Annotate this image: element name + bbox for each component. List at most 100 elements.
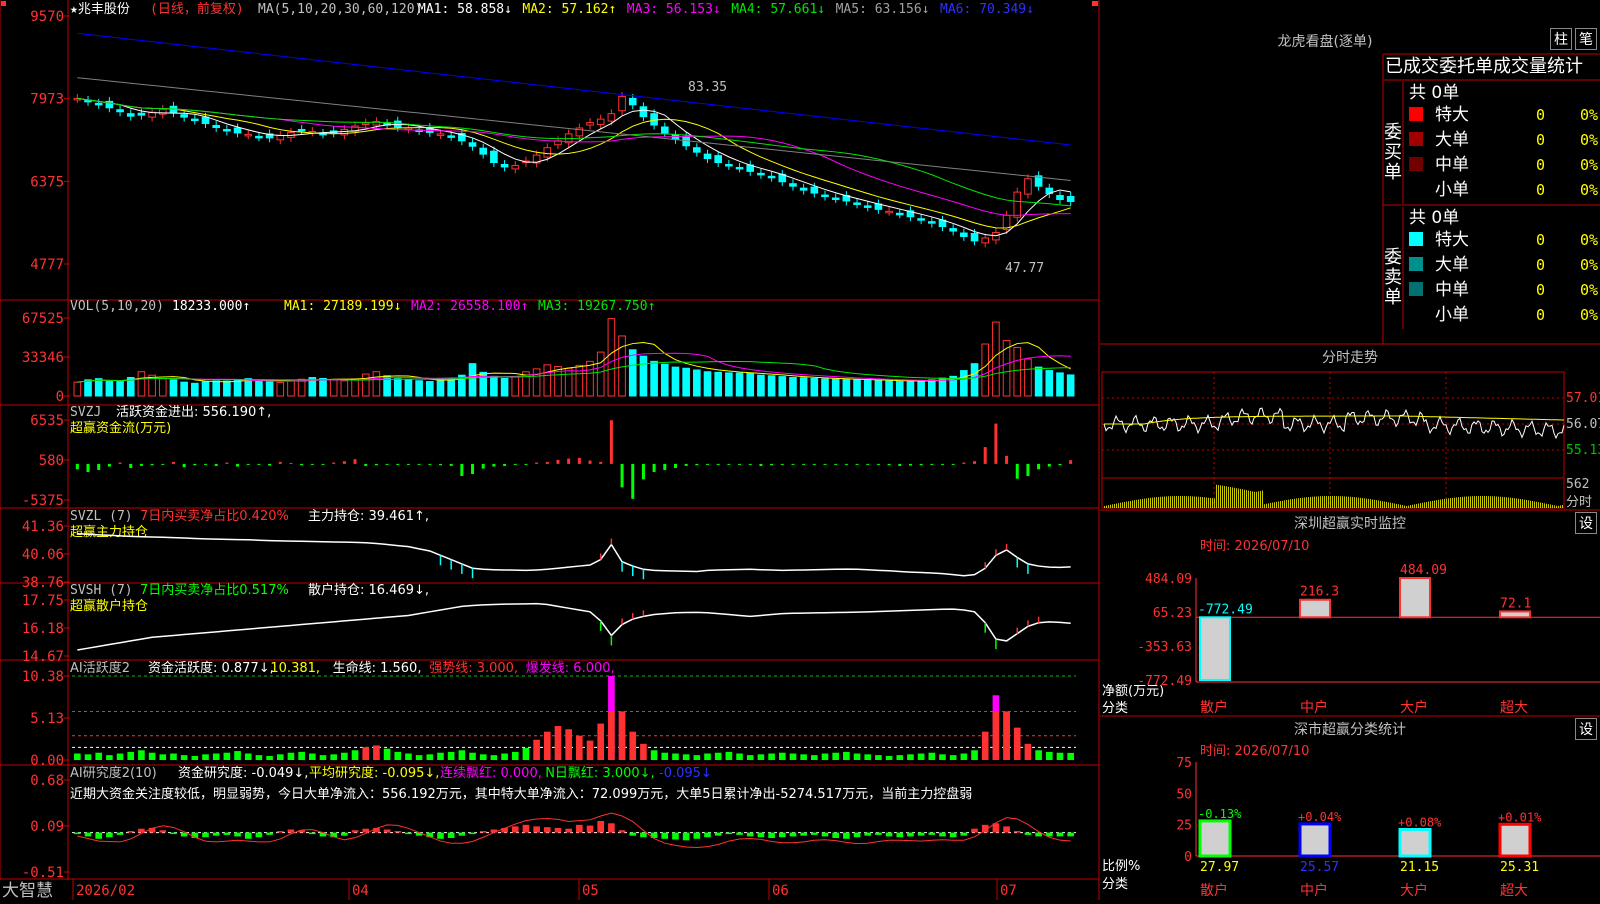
candle [650,113,658,126]
fund-flow-bar [257,463,261,465]
classify-change-label: -0.13% [1198,807,1242,821]
fund-flow-bar [983,447,987,464]
monitor-value-label: 216.3 [1300,585,1339,600]
order-side-label: 委 [1384,247,1402,268]
volume-bar [853,379,861,397]
activity-bar [896,755,904,760]
intraday-title: 分时走势 [1322,350,1378,366]
intraday-vol-bar [1390,502,1391,508]
ma-value-label: MA3: 56.153↓ [627,2,721,17]
ai1-item: 爆发线: 6.000, [526,660,615,676]
candle [735,166,744,170]
intraday-vol-bar [1468,496,1469,508]
fund-flow-bar [481,463,485,469]
volume-bar [981,343,990,397]
monitor-time: 时间: 2026/07/10 [1200,539,1309,554]
intraday-vol-bar [1412,504,1413,508]
ma-value-label: MA4: 57.661↓ [731,2,825,17]
intraday-vol-bar [1132,500,1133,508]
order-side-label: 卖 [1384,267,1402,288]
intraday-chart[interactable]: 57.01 56.07 55.13 562 分时 [1101,371,1600,510]
intraday-vol-bar [1176,496,1177,508]
volume-bar [628,349,637,397]
monitor-settings-button[interactable]: 设 [1575,512,1597,534]
research-bar [202,832,209,838]
intraday-vol-bar [1458,497,1459,508]
candle [361,122,370,126]
activity-bar [447,751,455,760]
intraday-vol-bar [1300,497,1301,508]
intraday-vol-bar [1450,498,1451,508]
intraday-vol-bar [1210,497,1211,508]
svzl-panel[interactable]: SVZL (7) 7日内买卖净占比0.420% 主力持仓: 39.461↑, 超… [22,508,1071,591]
research-bar [255,832,263,838]
intraday-vol-bar [1396,503,1397,508]
volume-bar [927,379,936,397]
intraday-vol-bar [1290,499,1291,508]
intraday-vol-bar [1186,496,1187,508]
candle [511,164,520,170]
intraday-vol-bar [1532,500,1533,508]
fund-flow-bar [374,463,378,466]
candle [543,147,552,158]
svsh-panel[interactable]: SVSH (7) 7日内买卖净占比0.517% 散户持仓: 16.469↓, 超… [22,582,1071,665]
intraday-vol-bar [1392,503,1393,508]
intraday-vol-bar [1322,496,1323,508]
monitor-category: 中户 [1300,699,1328,716]
ai-activity-panel[interactable]: AI活跃度2 资金活跃度: 0.877↓,10.381, 生命线: 1.560, 强… [22,660,1076,769]
fund-flow-bar [994,423,998,464]
intraday-vol-bar [1324,496,1325,508]
stock-chart-svg[interactable]: ★兆丰股份 (日线，前复权) MA(5,10,20,30,60,120) MA1… [0,0,1100,901]
research-bar [309,832,316,835]
fund-flow-bar [567,458,571,464]
research-bar [939,832,946,837]
fund-flow-bar [535,462,539,464]
activity-bar [1067,752,1074,760]
ai1-item: 资金活跃度: 0.877↓, [148,660,274,676]
bar-mode-button[interactable]: 柱 [1550,28,1572,50]
candle [191,118,199,122]
candle [693,147,701,153]
volume-bar [917,380,925,397]
sidebar[interactable]: 龙虎看盘(逐单) 已成交委托单成交量统计 委买单共 0单 特大 0 0% 大单 0 0% 中单… [1100,0,1600,900]
classify-y-tick: 25 [1176,819,1192,834]
svsh-hold: 散户持仓: 16.469↓, [308,582,429,598]
intraday-vol-bar [1242,489,1243,508]
intraday-vol-bar [1202,497,1203,508]
intraday-vol-bar [1174,496,1175,508]
activity-bar [725,751,733,760]
research-bar [672,832,679,840]
pen-mode-button[interactable]: 笔 [1575,28,1597,50]
fund-flow-bar [182,463,186,468]
fund-flow-bar [748,463,752,465]
candle [233,127,242,134]
candle [853,202,861,205]
fund-flow-bar [449,463,453,466]
intraday-vol-bar [1244,489,1245,508]
candle [1056,195,1064,200]
activity-bar [394,751,402,760]
candle [607,113,616,122]
volume-panel[interactable]: VOL(5,10,20) 18233.000↑ MA1: 27189.199↓ M… [22,299,1075,405]
fund-flow-bar [118,462,122,464]
fund-flow-bar [139,463,143,466]
fund-flow-bar [129,463,133,468]
svzj-panel[interactable]: SVZJ 活跃资金进出: 556.190↑, 超赢资金流(万元) 6535 580… [22,404,1073,509]
activity-bar [992,711,1000,760]
research-bar [618,830,626,833]
monitor-y-tick: 65.23 [1153,606,1192,621]
order-row-percent: 0% [1580,131,1598,149]
intraday-y-tick: 56.07 [1566,417,1600,432]
volume-bar [415,380,423,397]
fund-flow-bar [300,463,304,466]
main-chart-area[interactable]: ★兆丰股份 (日线，前复权) MA(5,10,20,30,60,120) MA1… [0,0,1100,901]
activity-bar [693,755,701,760]
classify-settings-button[interactable]: 设 [1575,718,1597,740]
sidebar-svg[interactable]: 龙虎看盘(逐单) 已成交委托单成交量统计 委买单共 0单特大 0 0%大单 0 0%中单… [1100,0,1600,900]
x-tick-label: 07 [1000,883,1017,899]
research-bar [960,832,968,836]
price-panel[interactable]: ★兆丰股份 (日线，前复权) MA(5,10,20,30,60,120) MA1… [30,1,1075,276]
ai-research-panel[interactable]: AI研究度2(10) 资金研究度: -0.049↓, 平均研究度: -0.095↓… [22,765,1076,881]
order-row-percent: 0% [1580,231,1598,249]
intraday-vol-bar [1466,496,1467,508]
